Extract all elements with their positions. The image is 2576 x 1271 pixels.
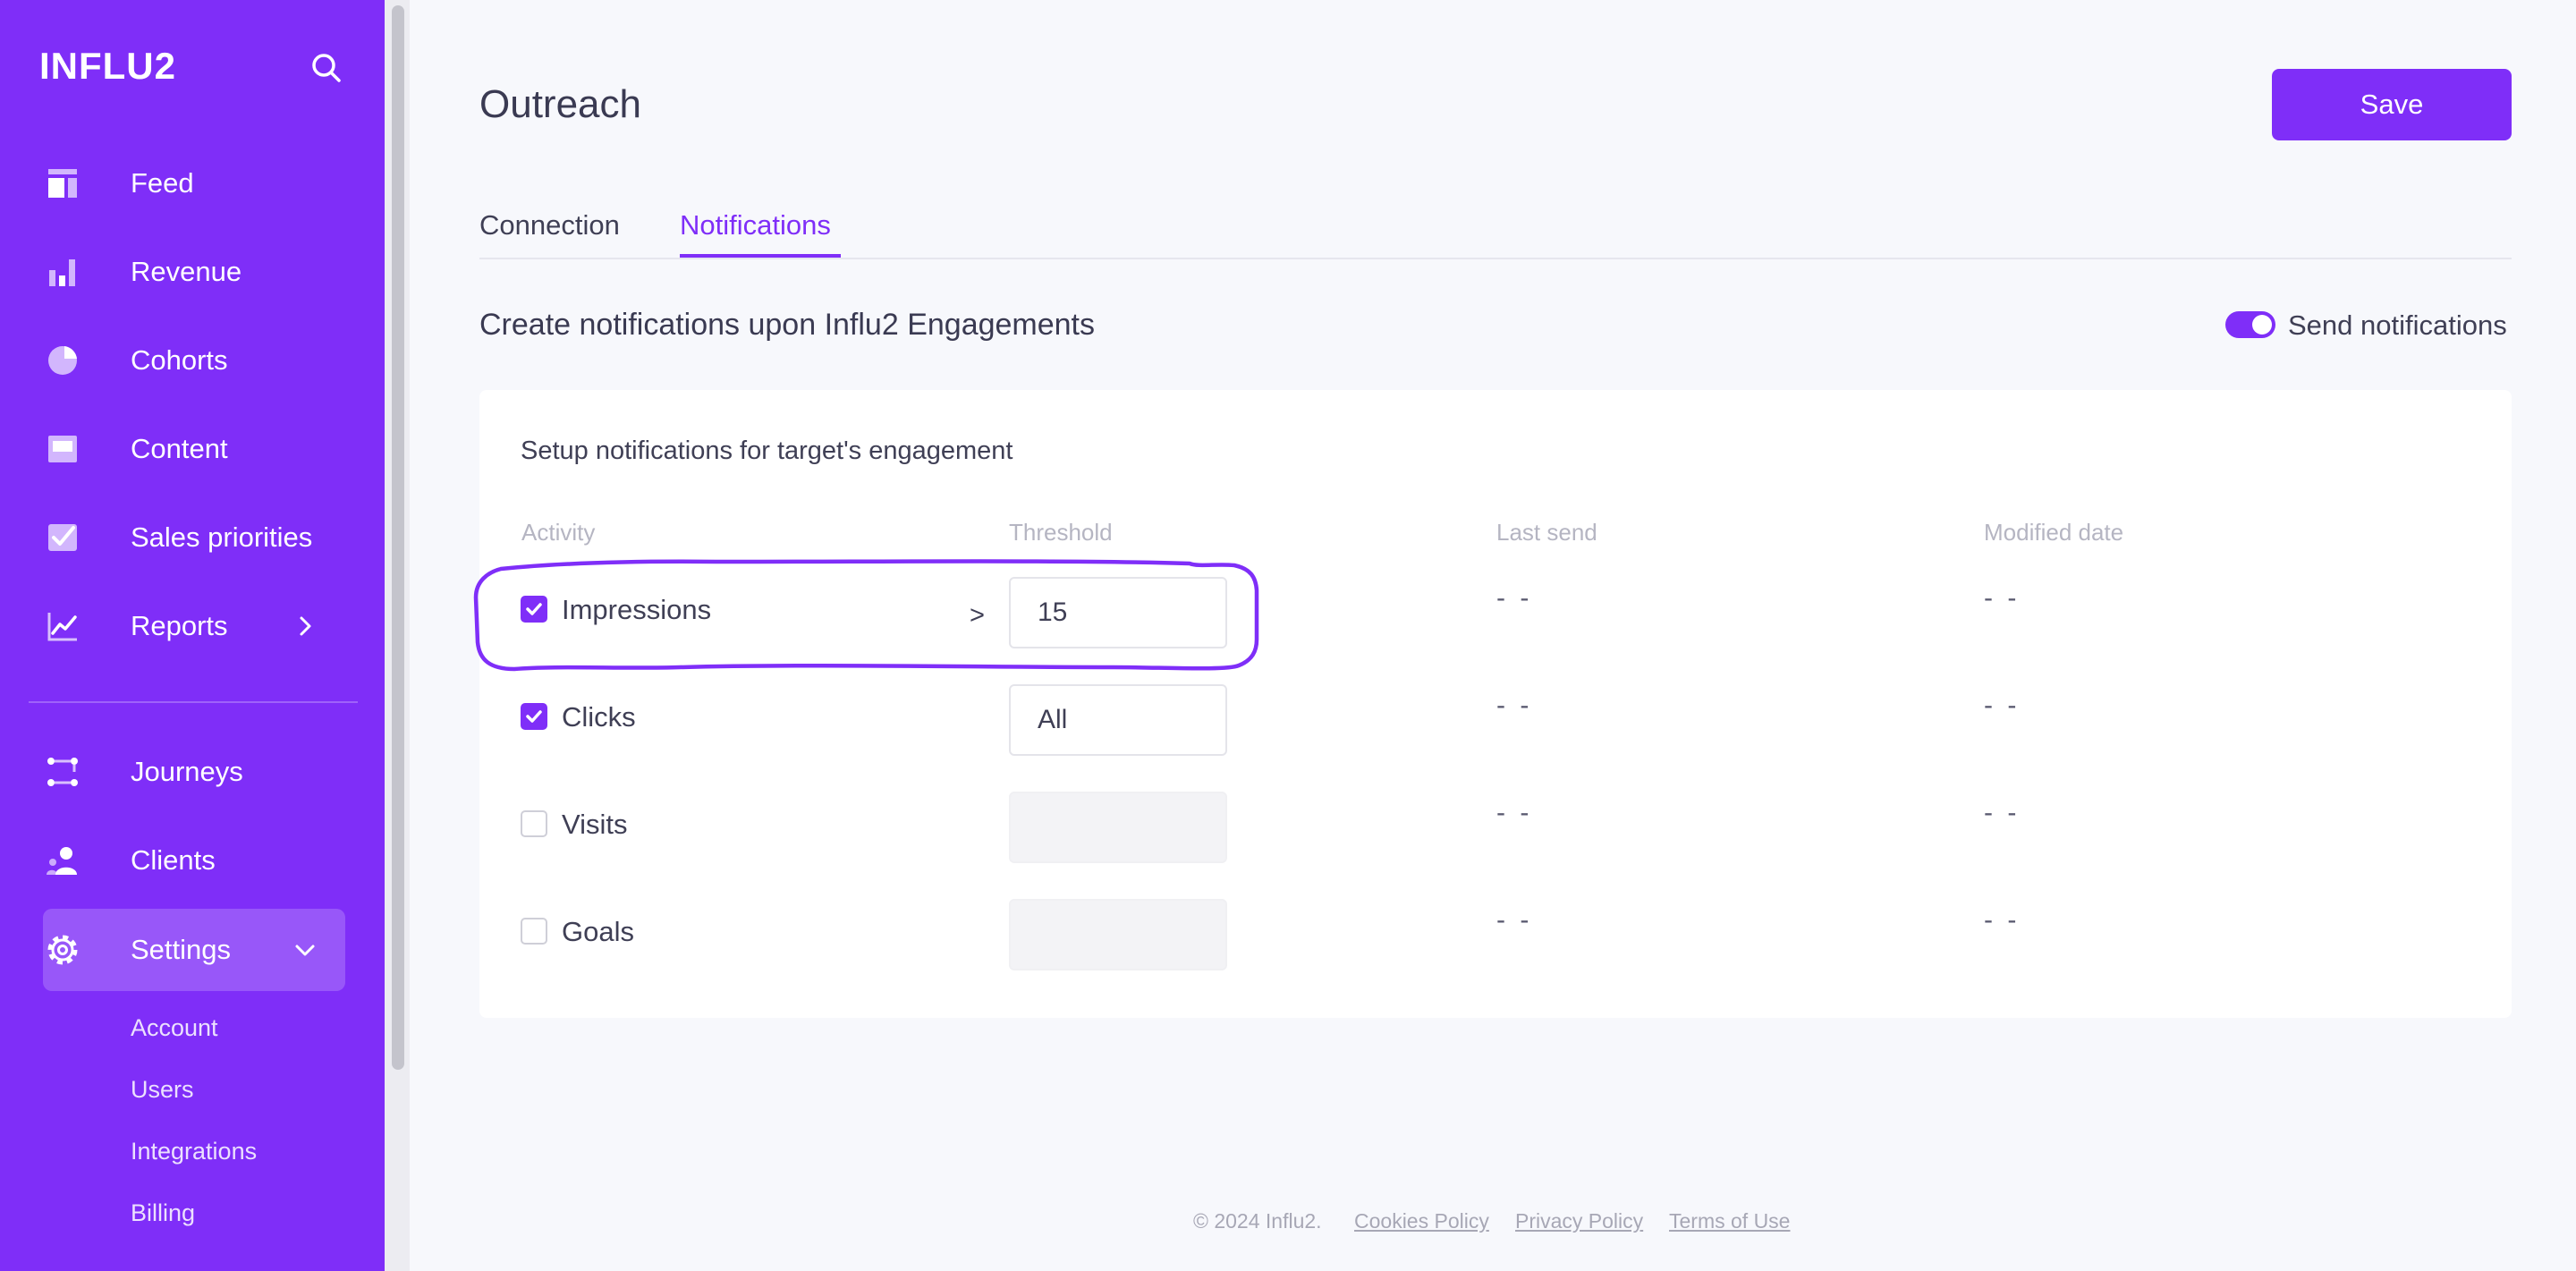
sidebar-item-reports[interactable]: Reports	[43, 599, 347, 653]
clicks-threshold-input[interactable]	[1009, 684, 1227, 756]
bar-chart-icon	[43, 252, 82, 292]
pie-chart-icon	[43, 341, 82, 380]
last-send-value: - -	[1496, 691, 1533, 720]
column-header-activity: Activity	[521, 519, 596, 546]
visits-threshold-input[interactable]	[1009, 792, 1227, 863]
activity-label: Clicks	[562, 701, 636, 733]
tabs-divider	[479, 258, 2512, 259]
sidebar-item-label: Clients	[131, 844, 216, 876]
sidebar-item-feed[interactable]: Feed	[43, 157, 347, 210]
sidebar-subitem-users[interactable]: Users	[131, 1076, 194, 1104]
sidebar-subitem-billing[interactable]: Billing	[131, 1199, 195, 1227]
modified-date-value: - -	[1984, 583, 2021, 613]
footer-link-terms[interactable]: Terms of Use	[1669, 1209, 1790, 1233]
checkbox-icon	[43, 518, 82, 557]
main-content: Outreach Save Connection Notifications C…	[410, 0, 2576, 1271]
last-send-value: - -	[1496, 905, 1533, 935]
last-send-value: - -	[1496, 798, 1533, 827]
tab-connection[interactable]: Connection	[479, 209, 620, 241]
footer-link-cookies[interactable]: Cookies Policy	[1354, 1209, 1489, 1233]
users-icon	[43, 841, 82, 880]
sidebar-item-journeys[interactable]: Journeys	[43, 745, 347, 799]
clicks-checkbox[interactable]	[521, 703, 547, 730]
toggle-knob	[2252, 315, 2272, 335]
gear-icon	[43, 930, 82, 970]
page-title: Outreach	[479, 82, 641, 126]
visits-checkbox[interactable]	[521, 810, 547, 837]
save-button[interactable]: Save	[2272, 69, 2512, 140]
logo: INFLU2	[39, 45, 176, 87]
last-send-value: - -	[1496, 583, 1533, 613]
column-header-modified-date: Modified date	[1984, 519, 2124, 546]
sidebar-item-label: Sales priorities	[131, 521, 313, 553]
sidebar-item-label: Settings	[131, 934, 232, 965]
sidebar-item-label: Reports	[131, 610, 228, 641]
footer-link-privacy[interactable]: Privacy Policy	[1515, 1209, 1643, 1233]
toggle-label: Send notifications	[2288, 309, 2507, 341]
sidebar-subitem-account[interactable]: Account	[131, 1014, 218, 1042]
sidebar-item-sales-priorities[interactable]: Sales priorities	[43, 511, 347, 564]
journeys-icon	[43, 752, 82, 792]
modified-date-value: - -	[1984, 905, 2021, 935]
search-icon[interactable]	[309, 50, 344, 86]
sidebar-item-settings[interactable]: Settings	[43, 923, 347, 977]
sidebar-item-label: Content	[131, 433, 228, 464]
activity-label: Visits	[562, 809, 628, 840]
goals-checkbox[interactable]	[521, 918, 547, 945]
active-tab-indicator	[680, 254, 841, 258]
chevron-down-icon	[292, 936, 318, 963]
section-title: Create notifications upon Influ2 Engagem…	[479, 308, 1096, 342]
greater-than-operator: >	[970, 601, 985, 630]
sidebar-divider	[29, 701, 358, 703]
modified-date-value: - -	[1984, 798, 2021, 827]
footer-copyright: © 2024 Influ2.	[1193, 1209, 1322, 1233]
sidebar-item-label: Revenue	[131, 256, 242, 287]
card-title: Setup notifications for target's engagem…	[521, 436, 1013, 465]
sidebar: INFLU2 Feed Revenue Cohorts Content Sale…	[0, 0, 385, 1271]
content-icon	[43, 429, 82, 469]
sidebar-item-clients[interactable]: Clients	[43, 834, 347, 887]
activity-label: Goals	[562, 916, 634, 947]
sidebar-item-cohorts[interactable]: Cohorts	[43, 334, 347, 387]
sidebar-subitem-integrations[interactable]: Integrations	[131, 1138, 257, 1165]
line-chart-icon	[43, 606, 82, 646]
goals-threshold-input[interactable]	[1009, 899, 1227, 970]
sidebar-item-revenue[interactable]: Revenue	[43, 245, 347, 299]
impressions-threshold-input[interactable]	[1009, 577, 1227, 648]
activity-label: Impressions	[562, 594, 712, 625]
column-header-threshold: Threshold	[1009, 519, 1113, 546]
sidebar-item-label: Cohorts	[131, 344, 228, 376]
sidebar-item-label: Feed	[131, 167, 194, 199]
notifications-card: Setup notifications for target's engagem…	[479, 390, 2512, 1018]
scrollbar-thumb[interactable]	[392, 5, 404, 1070]
chevron-right-icon	[292, 613, 318, 640]
modified-date-value: - -	[1984, 691, 2021, 720]
tab-notifications[interactable]: Notifications	[680, 209, 831, 241]
column-header-last-send: Last send	[1496, 519, 1597, 546]
sidebar-item-content[interactable]: Content	[43, 422, 347, 476]
send-notifications-toggle[interactable]	[2225, 311, 2275, 338]
impressions-checkbox[interactable]	[521, 596, 547, 623]
feed-icon	[43, 164, 82, 203]
sidebar-item-label: Journeys	[131, 756, 243, 787]
